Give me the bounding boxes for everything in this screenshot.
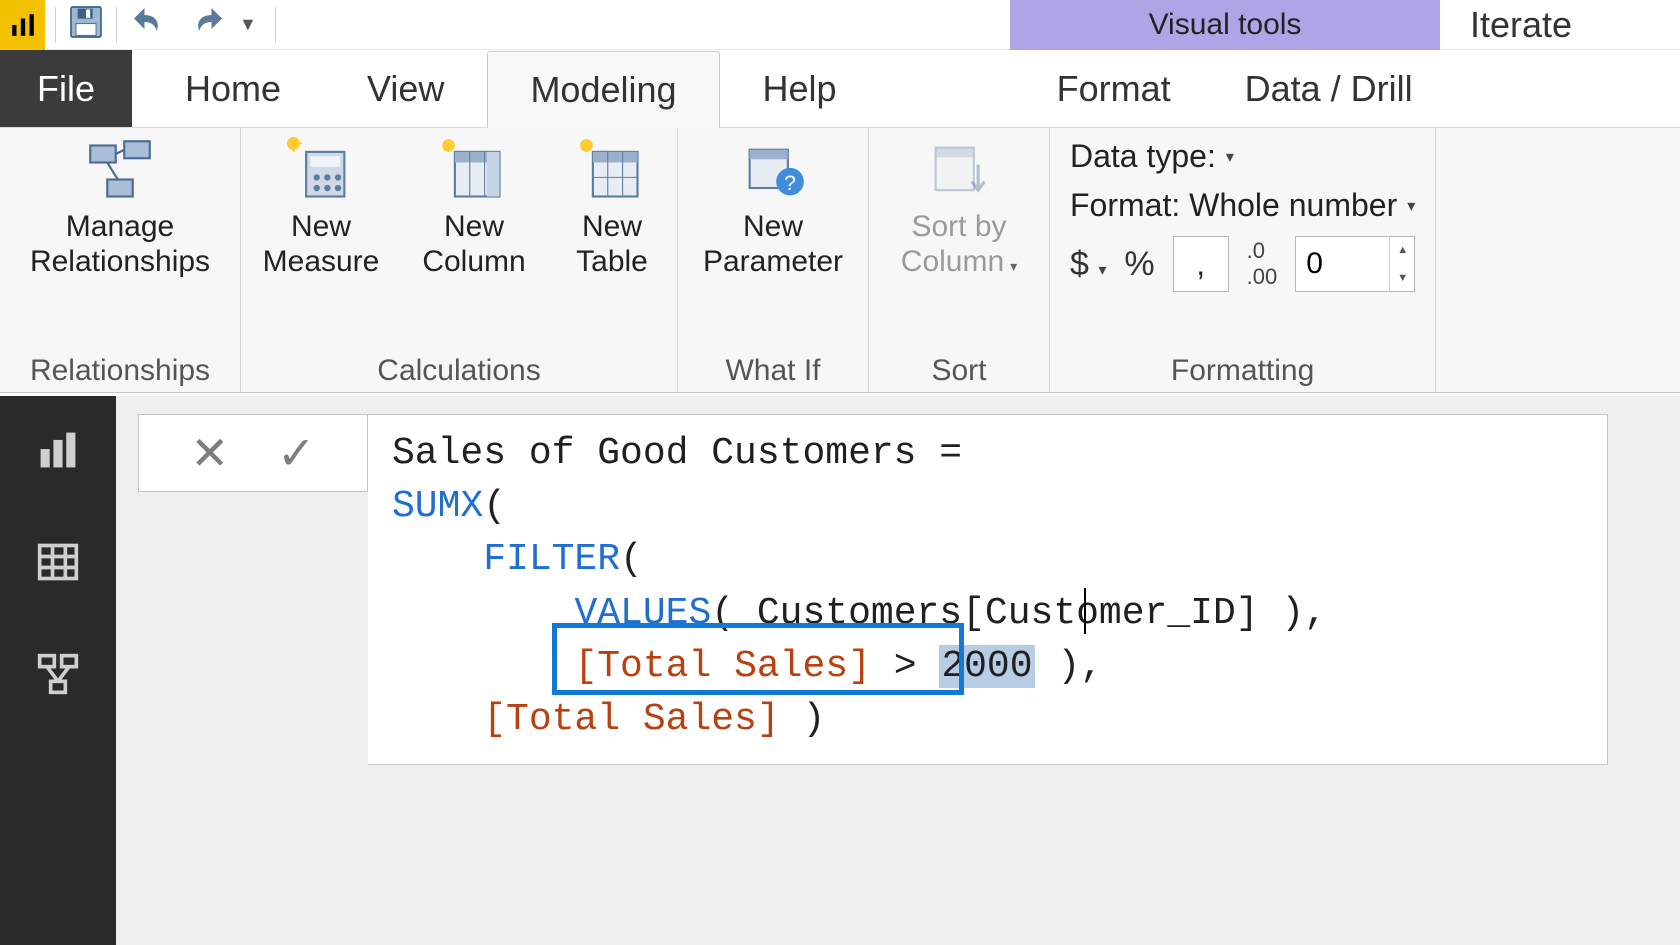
tab-format[interactable]: Format: [1020, 50, 1208, 127]
tab-help[interactable]: Help: [720, 50, 880, 127]
chevron-down-icon: ▾: [1226, 147, 1234, 167]
table-icon: [36, 540, 80, 584]
manage-relationships-button[interactable]: Manage Relationships: [10, 136, 230, 279]
data-view-button[interactable]: [32, 536, 84, 588]
group-formatting: Data type: ▾ Format: Whole number ▾ $ ▾ …: [1050, 128, 1436, 392]
sort-icon: [924, 136, 994, 206]
window-title-fragment: Iterate: [1470, 0, 1572, 50]
sort-by-column-button[interactable]: Sort by Column▾: [879, 136, 1039, 279]
new-measure-icon: [286, 136, 356, 206]
new-column-button[interactable]: New Column: [409, 136, 539, 279]
tab-file[interactable]: File: [0, 50, 132, 127]
cancel-formula-button[interactable]: ✕: [190, 426, 229, 480]
svg-text:?: ?: [784, 171, 796, 195]
group-label-calculations: Calculations: [377, 354, 540, 388]
model-view-button[interactable]: [32, 648, 84, 700]
formula-actions: ✕ ✓: [138, 414, 368, 492]
quick-access-toolbar: ▼ Visual tools Iterate: [0, 0, 1680, 50]
decimals-icon: .0.00: [1247, 238, 1278, 290]
new-column-icon: [439, 136, 509, 206]
view-navigation: [0, 396, 116, 945]
app-logo: [0, 0, 45, 50]
ribbon: Manage Relationships Relationships New M…: [0, 128, 1680, 393]
group-whatif: ? New Parameter What If: [678, 128, 869, 392]
chevron-down-icon: ▾: [1010, 258, 1017, 274]
bar-chart-icon: [10, 12, 36, 38]
qat-dropdown[interactable]: ▼: [239, 14, 257, 35]
tab-home[interactable]: Home: [142, 50, 324, 127]
group-sort: Sort by Column▾ Sort: [869, 128, 1050, 392]
group-label-whatif: What If: [725, 354, 820, 388]
save-button[interactable]: [66, 2, 106, 47]
new-parameter-icon: ?: [738, 136, 808, 206]
currency-button[interactable]: $ ▾: [1070, 245, 1106, 284]
new-measure-button[interactable]: New Measure: [251, 136, 391, 279]
report-icon: [36, 428, 80, 472]
group-label-formatting: Formatting: [1070, 354, 1415, 388]
format-dropdown[interactable]: Format: Whole number ▾: [1070, 187, 1415, 224]
ctx-tab-label: Visual tools: [1149, 8, 1302, 42]
selected-text: 2000: [939, 645, 1034, 688]
tab-modeling[interactable]: Modeling: [487, 51, 719, 128]
work-area: Iter ✕ ✓ Sales of Good Customers = SUMX(…: [0, 396, 1680, 945]
decimal-places-input[interactable]: ▲▼: [1295, 236, 1415, 292]
formula-editor[interactable]: Sales of Good Customers = SUMX( FILTER( …: [368, 414, 1608, 765]
group-calculations: New Measure New Column New Table Calcula…: [241, 128, 678, 392]
chevron-down-icon: ▾: [1098, 262, 1106, 279]
commit-formula-button[interactable]: ✓: [277, 426, 316, 480]
datatype-dropdown[interactable]: Data type: ▾: [1070, 138, 1415, 175]
redo-icon: [187, 1, 229, 43]
chevron-down-icon: ▾: [1407, 196, 1415, 216]
new-table-icon: [577, 136, 647, 206]
group-label-relationships: Relationships: [30, 354, 210, 388]
percent-button[interactable]: %: [1124, 245, 1154, 284]
new-parameter-button[interactable]: ? New Parameter: [688, 136, 858, 279]
spin-down[interactable]: ▼: [1389, 264, 1415, 292]
group-relationships: Manage Relationships Relationships: [0, 128, 241, 392]
model-icon: [36, 652, 80, 696]
report-view-button[interactable]: [32, 424, 84, 476]
save-icon: [66, 2, 106, 42]
contextual-tab-visual-tools: Visual tools: [1010, 0, 1440, 50]
undo-button[interactable]: [127, 1, 169, 48]
spin-up[interactable]: ▲: [1389, 236, 1415, 264]
tab-view[interactable]: View: [324, 50, 487, 127]
relationships-icon: [85, 136, 155, 206]
undo-icon: [127, 1, 169, 43]
redo-button[interactable]: [187, 1, 229, 48]
group-label-sort: Sort: [931, 354, 986, 388]
new-table-button[interactable]: New Table: [557, 136, 667, 279]
separator: [116, 7, 117, 43]
text-cursor: [1084, 588, 1086, 634]
canvas: Iter ✕ ✓ Sales of Good Customers = SUMX(…: [116, 396, 1680, 945]
separator: [275, 7, 276, 43]
comma-button[interactable]: ,: [1173, 236, 1229, 292]
formula-bar: ✕ ✓ Sales of Good Customers = SUMX( FILT…: [138, 414, 1608, 765]
ribbon-tabs: File Home View Modeling Help Format Data…: [0, 50, 1680, 128]
separator: [55, 7, 56, 43]
tab-data-drill[interactable]: Data / Drill: [1208, 50, 1450, 127]
